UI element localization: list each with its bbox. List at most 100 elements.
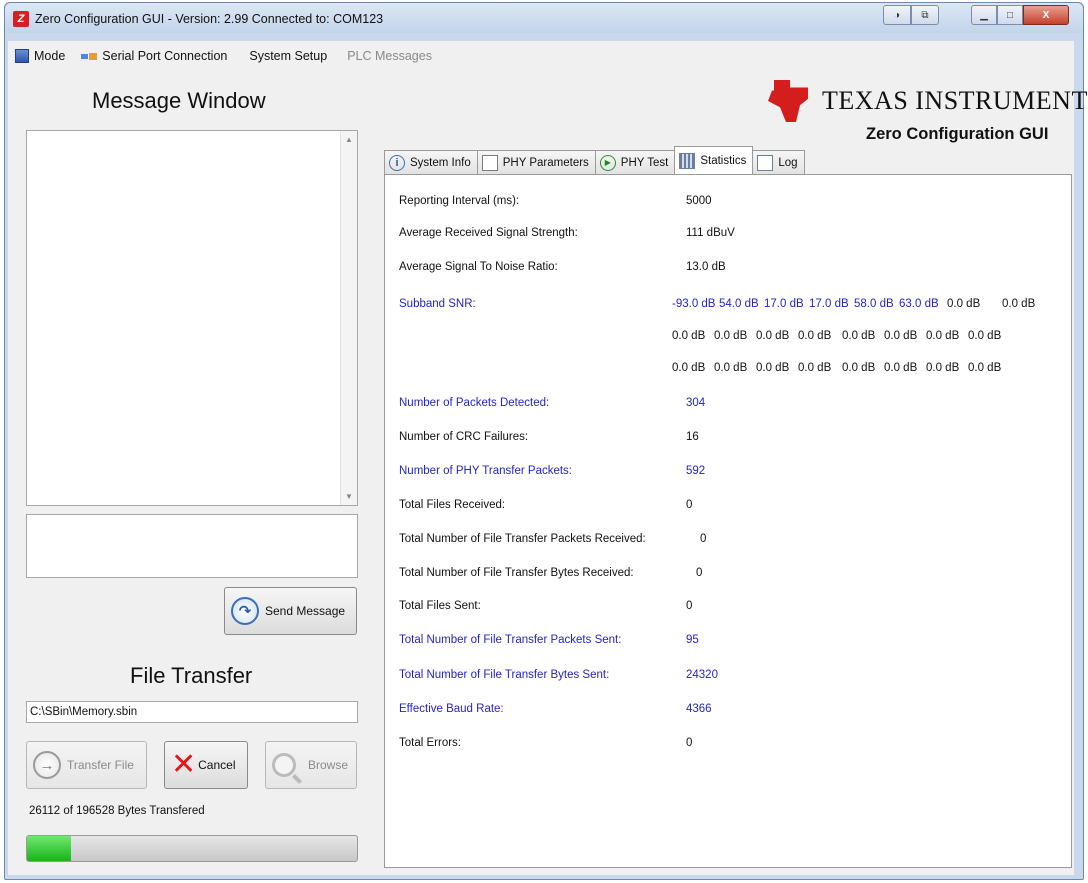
tab-phy-parameters-label: PHY Parameters xyxy=(502,156,589,169)
snr-cell: 0.0 dB xyxy=(756,362,790,374)
maximize-button[interactable]: □ xyxy=(997,5,1023,25)
stat-label: Reporting Interval (ms): xyxy=(399,195,520,207)
stat-value: 0 xyxy=(686,737,693,749)
arrow-right-icon: → xyxy=(33,751,61,779)
menu-plc-messages[interactable]: PLC Messages xyxy=(335,44,440,68)
menu-plc-label: PLC Messages xyxy=(347,49,432,63)
stat-label: Average Signal To Noise Ratio: xyxy=(399,261,558,273)
transfer-file-button[interactable]: → Transfer File xyxy=(26,741,147,789)
window-mode-icon[interactable]: ⧉ xyxy=(911,5,939,25)
tab-system-info[interactable]: i System Info xyxy=(384,150,478,174)
scroll-down-icon[interactable]: ▼ xyxy=(345,492,353,501)
document-icon xyxy=(481,154,498,171)
send-message-button[interactable]: ↷ Send Message xyxy=(224,587,357,635)
stat-label: Number of CRC Failures: xyxy=(399,431,529,443)
snr-cell: 0.0 dB xyxy=(714,362,748,374)
stat-value: 16 xyxy=(686,431,699,443)
mode-icon xyxy=(15,49,29,63)
file-transfer-title: File Transfer xyxy=(130,663,253,688)
stat-value: 111 dBuV xyxy=(686,227,735,239)
snr-cell: 0.0 dB xyxy=(968,330,1002,342)
stat-value: 95 xyxy=(686,634,699,646)
scroll-up-icon[interactable]: ▲ xyxy=(345,135,353,144)
snr-cell: 63.0 dB xyxy=(899,298,939,310)
message-input[interactable] xyxy=(26,514,358,578)
message-window-title: Message Window xyxy=(92,88,266,113)
stat-label: Total Files Sent: xyxy=(399,600,481,612)
send-message-label: Send Message xyxy=(265,604,346,618)
tab-phy-test-label: PHY Test xyxy=(620,156,669,169)
menu-serial-port-connection[interactable]: Serial Port Connection xyxy=(73,44,235,68)
stat-label: Average Received Signal Strength: xyxy=(399,227,578,239)
tab-log[interactable]: Log xyxy=(752,150,805,174)
stat-value: 0 xyxy=(686,600,693,612)
progress-fill xyxy=(27,836,71,861)
stat-label: Total Number of File Transfer Bytes Sent… xyxy=(399,669,610,681)
stat-label: Total Number of File Transfer Packets Re… xyxy=(399,533,646,545)
ti-logo: TEXAS INSTRUMENTS xyxy=(768,80,1088,122)
cancel-label: Cancel xyxy=(198,758,236,772)
snr-cell: 0.0 dB xyxy=(968,362,1002,374)
snr-cell: 0.0 dB xyxy=(926,362,960,374)
info-icon: i xyxy=(389,154,405,171)
snr-cell: 0.0 dB xyxy=(672,362,706,374)
snr-cell: 54.0 dB xyxy=(719,298,759,310)
stat-value: 0 xyxy=(696,567,703,579)
extra-controls: ◑ ⧉ xyxy=(883,5,939,25)
stat-value: 24320 xyxy=(686,669,718,681)
stat-label: Effective Baud Rate: xyxy=(399,703,504,715)
stat-value: 304 xyxy=(686,397,706,409)
snr-cell: 58.0 dB xyxy=(854,298,894,310)
snr-cell: 0.0 dB xyxy=(672,330,706,342)
snr-cell: 0.0 dB xyxy=(926,330,960,342)
close-button[interactable]: X xyxy=(1023,5,1069,25)
cancel-button[interactable]: ✕ Cancel xyxy=(164,741,248,789)
help-icon[interactable]: ◑ xyxy=(883,5,911,25)
stat-value: 4366 xyxy=(686,703,712,715)
snr-cell: 0.0 dB xyxy=(798,362,832,374)
stat-label: Number of PHY Transfer Packets: xyxy=(399,465,572,477)
stat-label: Total Errors: xyxy=(399,737,461,749)
send-arrow-icon: ↷ xyxy=(231,597,259,625)
tab-phy-parameters[interactable]: PHY Parameters xyxy=(476,150,596,174)
product-name: Zero Configuration GUI xyxy=(866,125,1049,143)
snr-cell: 17.0 dB xyxy=(764,298,804,310)
browse-button[interactable]: Browse xyxy=(265,741,357,789)
menu-mode-label: Mode xyxy=(34,49,66,63)
stat-label: Total Files Received: xyxy=(399,499,506,511)
statistics-panel: Reporting Interval (ms): 5000 Average Re… xyxy=(384,174,1072,868)
minimize-button[interactable]: ▁ xyxy=(971,5,997,25)
tab-strip: i System Info PHY Parameters ▶ PHY Test … xyxy=(384,146,805,174)
snr-cell: 0.0 dB xyxy=(842,362,876,374)
cancel-x-icon: ✕ xyxy=(171,748,197,781)
statistics-icon xyxy=(679,152,696,169)
stat-value: 0 xyxy=(686,499,693,511)
snr-cell: 0.0 dB xyxy=(884,330,918,342)
title-bar[interactable]: Z Zero Configuration GUI - Version: 2.99… xyxy=(5,3,1083,33)
snr-cell: 0.0 dB xyxy=(884,362,918,374)
message-window[interactable]: ▲ ▼ xyxy=(26,130,358,506)
snr-cell: 0.0 dB xyxy=(798,330,832,342)
menu-mode[interactable]: Mode xyxy=(7,44,73,68)
magnifier-icon xyxy=(272,753,296,777)
ti-logo-icon xyxy=(768,80,808,122)
browse-label: Browse xyxy=(308,758,349,772)
snr-cell: 0.0 dB xyxy=(714,330,748,342)
window-title: Zero Configuration GUI - Version: 2.99 C… xyxy=(35,12,384,26)
log-icon xyxy=(757,154,774,171)
window-controls: ▁ □ X xyxy=(971,5,1069,25)
file-path-field[interactable]: C:\SBin\Memory.sbin xyxy=(26,701,358,723)
snr-cell: 0.0 dB xyxy=(756,330,790,342)
stat-value: 0 xyxy=(700,533,707,545)
transfer-progress-bar xyxy=(26,835,358,862)
app-logo-icon: Z xyxy=(13,11,29,27)
message-scrollbar[interactable]: ▲ ▼ xyxy=(340,131,357,505)
tab-system-info-label: System Info xyxy=(410,156,471,169)
snr-cell: 0.0 dB xyxy=(947,298,981,310)
company-name: TEXAS INSTRUMENTS xyxy=(822,86,1088,115)
tab-statistics[interactable]: Statistics xyxy=(674,146,754,174)
plug-icon xyxy=(81,51,98,61)
tab-phy-test[interactable]: ▶ PHY Test xyxy=(594,150,676,174)
menu-system-setup[interactable]: System Setup xyxy=(235,44,335,68)
snr-cell: -93.0 dB xyxy=(672,298,716,310)
